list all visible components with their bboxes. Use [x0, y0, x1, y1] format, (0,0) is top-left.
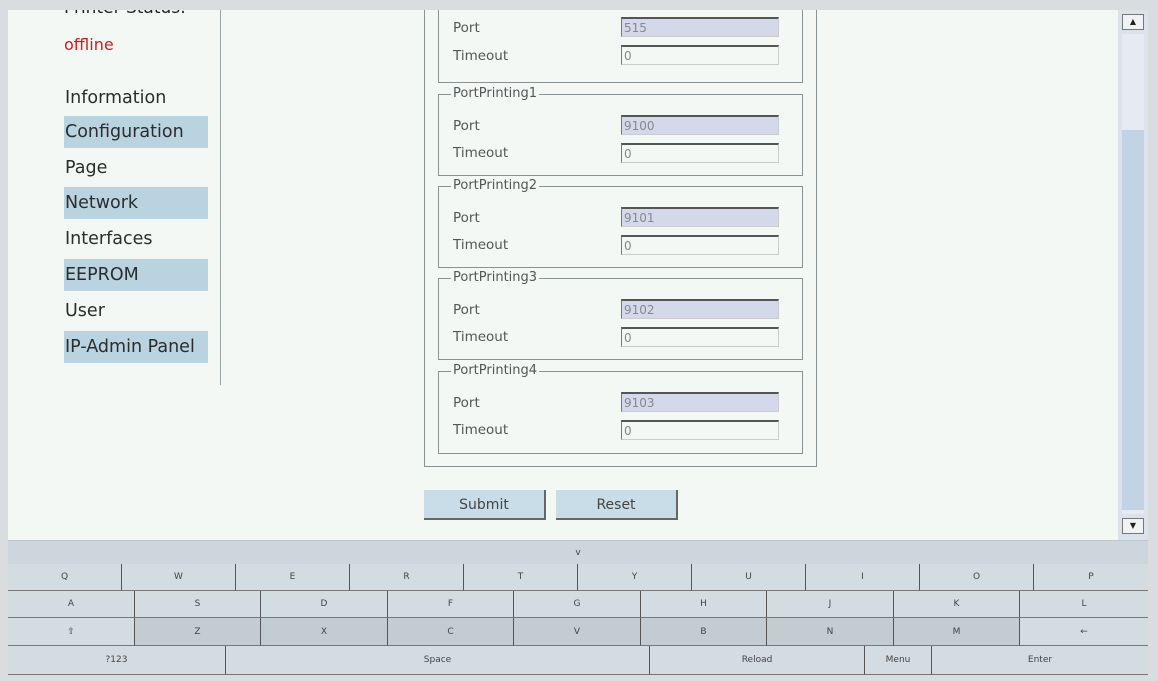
key-w[interactable]: W: [122, 564, 236, 591]
key-symbols[interactable]: ?123: [8, 646, 226, 675]
fieldset-lpd: Port 515 Timeout 0: [438, 10, 803, 83]
key-x[interactable]: X: [261, 618, 388, 646]
port-label: Port: [453, 395, 480, 411]
key-t[interactable]: T: [464, 564, 578, 591]
port-input[interactable]: 9102: [621, 299, 779, 319]
vertical-scrollbar[interactable]: ▲ ▼: [1118, 10, 1148, 540]
port-input[interactable]: 515: [621, 17, 779, 37]
fieldset-portprinting3: PortPrinting3 Port 9102 Timeout 0: [438, 271, 803, 360]
scroll-thumb[interactable]: [1122, 130, 1144, 510]
port-input[interactable]: 9100: [621, 115, 779, 135]
timeout-input[interactable]: 0: [621, 327, 779, 347]
key-menu[interactable]: Menu: [865, 646, 932, 675]
fieldset-legend: PortPrinting2: [451, 178, 540, 193]
keyboard-row-4: ?123 Space Reload Menu Enter: [8, 646, 1148, 675]
key-reload[interactable]: Reload: [650, 646, 865, 675]
key-o[interactable]: O: [920, 564, 1034, 591]
sidebar: Printer Status: offline Information Conf…: [8, 10, 221, 385]
screen: Printer Status: offline Information Conf…: [8, 10, 1148, 675]
port-label: Port: [453, 210, 480, 226]
shift-key-icon[interactable]: ⇧: [8, 618, 135, 646]
key-b[interactable]: B: [641, 618, 767, 646]
key-a[interactable]: A: [8, 591, 135, 618]
key-d[interactable]: D: [261, 591, 388, 618]
key-h[interactable]: H: [641, 591, 767, 618]
sidebar-item-page[interactable]: Page: [64, 152, 208, 184]
keyboard-row-2: A S D F G H J K L: [8, 591, 1148, 618]
port-input[interactable]: 9101: [621, 207, 779, 227]
keyboard-row-1: Q W E R T Y U I O P: [8, 564, 1148, 591]
key-m[interactable]: M: [894, 618, 1020, 646]
fieldset-legend: PortPrinting3: [451, 270, 540, 285]
key-k[interactable]: K: [894, 591, 1020, 618]
key-g[interactable]: G: [514, 591, 641, 618]
key-y[interactable]: Y: [578, 564, 692, 591]
key-l[interactable]: L: [1020, 591, 1148, 618]
timeout-label: Timeout: [453, 237, 509, 253]
key-space[interactable]: Space: [226, 646, 650, 675]
reset-button[interactable]: Reset: [556, 490, 678, 520]
key-c[interactable]: C: [388, 618, 514, 646]
timeout-input[interactable]: 0: [621, 420, 779, 440]
sidebar-item-information[interactable]: Information: [64, 82, 208, 114]
key-r[interactable]: R: [350, 564, 464, 591]
submit-button[interactable]: Submit: [424, 490, 546, 520]
sidebar-item-eeprom[interactable]: EEPROM: [64, 259, 208, 291]
printer-status-value: offline: [64, 35, 114, 54]
sidebar-item-configuration[interactable]: Configuration: [64, 116, 208, 148]
fieldset-portprinting1: PortPrinting1 Port 9100 Timeout 0: [438, 87, 803, 176]
port-label: Port: [453, 20, 480, 36]
fieldset-legend: PortPrinting4: [451, 363, 540, 378]
printer-status-label: Printer Status:: [64, 10, 186, 18]
sidebar-item-user[interactable]: User: [64, 295, 208, 327]
key-j[interactable]: J: [767, 591, 894, 618]
timeout-label: Timeout: [453, 422, 509, 438]
scroll-down-arrow-icon[interactable]: ▼: [1122, 518, 1144, 534]
sidebar-item-network[interactable]: Network: [64, 187, 208, 219]
timeout-label: Timeout: [453, 48, 509, 64]
key-n[interactable]: N: [767, 618, 894, 646]
sidebar-item-ip-admin-panel[interactable]: IP-Admin Panel: [64, 331, 208, 363]
backspace-key-icon[interactable]: ←: [1020, 618, 1148, 646]
on-screen-keyboard: Q W E R T Y U I O P A S D F G H J K L ⇧ …: [8, 564, 1148, 675]
key-f[interactable]: F: [388, 591, 514, 618]
fieldset-portprinting4: PortPrinting4 Port 9103 Timeout 0: [438, 364, 803, 454]
timeout-input[interactable]: 0: [621, 45, 779, 65]
port-label: Port: [453, 302, 480, 318]
timeout-input[interactable]: 0: [621, 143, 779, 163]
fieldset-portprinting2: PortPrinting2 Port 9101 Timeout 0: [438, 179, 803, 268]
sidebar-item-interfaces[interactable]: Interfaces: [64, 223, 208, 255]
port-input[interactable]: 9103: [621, 392, 779, 412]
keyboard-collapse-chevron-icon[interactable]: v: [8, 540, 1148, 565]
port-label: Port: [453, 118, 480, 134]
key-u[interactable]: U: [692, 564, 806, 591]
key-q[interactable]: Q: [8, 564, 122, 591]
timeout-input[interactable]: 0: [621, 235, 779, 255]
key-s[interactable]: S: [135, 591, 261, 618]
fieldset-legend: PortPrinting1: [451, 86, 540, 101]
keyboard-row-3: ⇧ Z X C V B N M ←: [8, 618, 1148, 646]
scroll-up-arrow-icon[interactable]: ▲: [1122, 14, 1144, 30]
key-p[interactable]: P: [1034, 564, 1148, 591]
timeout-label: Timeout: [453, 145, 509, 161]
key-i[interactable]: I: [806, 564, 920, 591]
key-v[interactable]: V: [514, 618, 641, 646]
web-page: Printer Status: offline Information Conf…: [8, 10, 1118, 540]
timeout-label: Timeout: [453, 329, 509, 345]
key-z[interactable]: Z: [135, 618, 261, 646]
key-e[interactable]: E: [236, 564, 350, 591]
key-enter[interactable]: Enter: [932, 646, 1148, 675]
